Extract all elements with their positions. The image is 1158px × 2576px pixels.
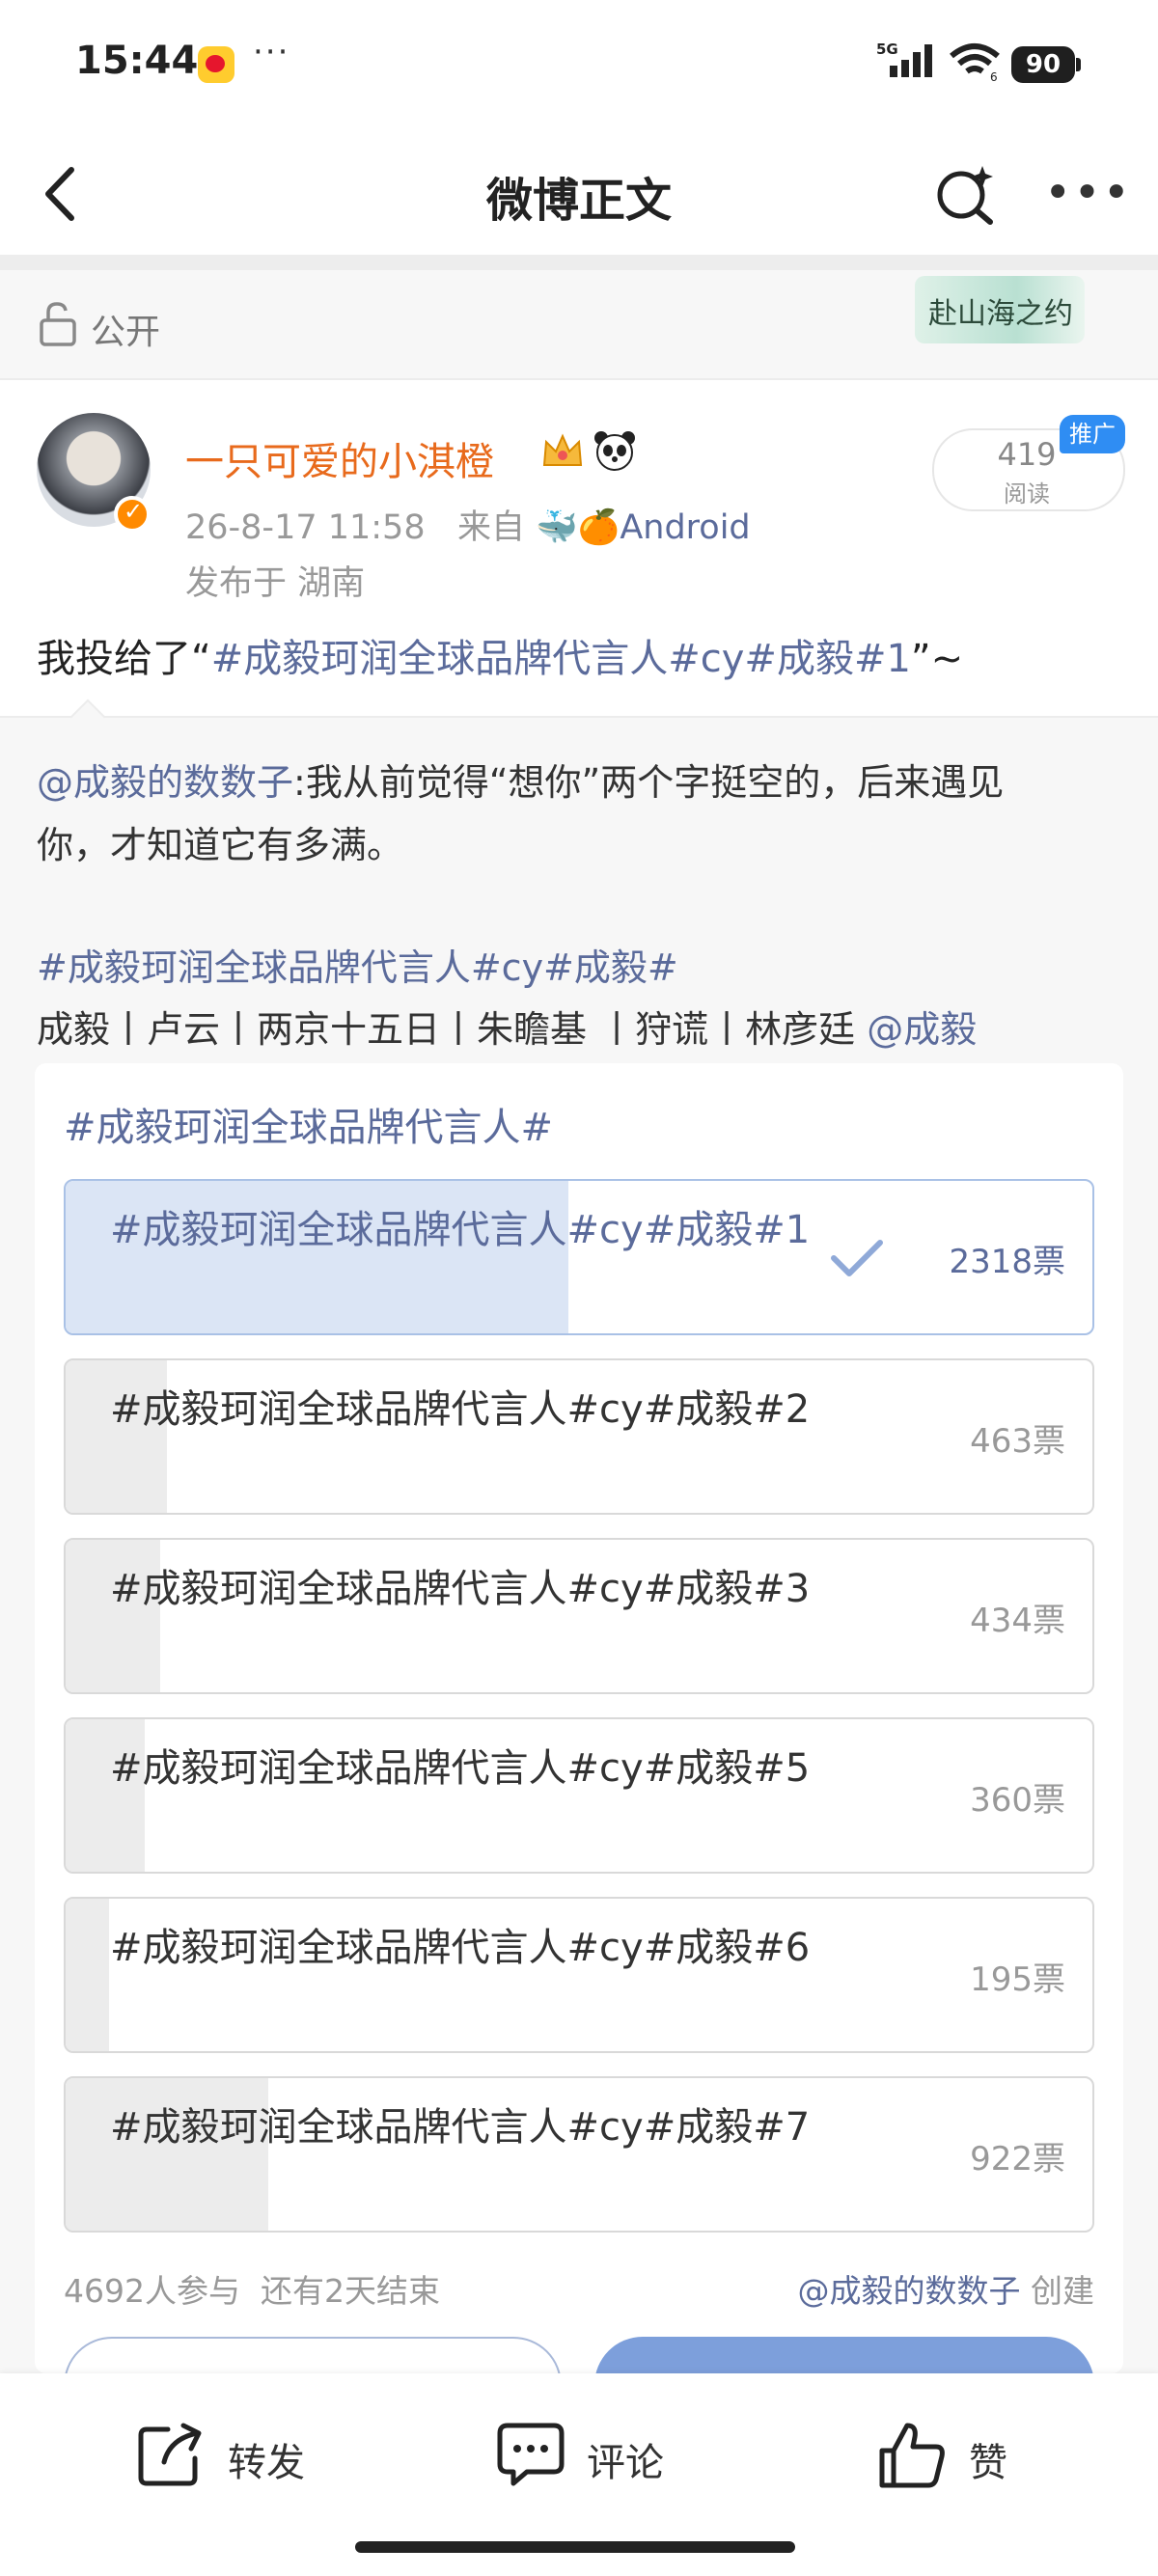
decoration-badge-text: 赴山海之约 — [928, 297, 1073, 331]
status-time: 15:44 — [75, 39, 199, 83]
poll-status: 4692人参与 还有2天结束 — [64, 2265, 440, 2312]
source-prefix: 来自 — [456, 508, 525, 547]
poll-option-votes: 360票 — [970, 1781, 1065, 1820]
comment-button[interactable]: 评论 — [494, 2412, 687, 2499]
post-source[interactable]: Android — [620, 508, 750, 547]
network-type: 5G — [876, 41, 898, 58]
poll-option-votes: 195票 — [970, 1960, 1065, 1999]
like-icon — [879, 2423, 945, 2488]
battery-indicator: 90 — [1011, 46, 1081, 83]
lock-icon — [40, 302, 76, 346]
post-meta: 26-8-17 11:58 来自 🐳🍊Android — [185, 500, 751, 549]
poll-title[interactable]: #成毅珂润全球品牌代言人# — [64, 1096, 553, 1152]
repost-roles: 成毅丨卢云丨两京十五日丨朱瞻基 丨狩谎丨林彦廷 @成毅 — [37, 1000, 977, 1053]
post-text-prefix: 我投给了“ — [37, 637, 211, 681]
cellular-signal-icon: 5G — [876, 41, 932, 77]
poll-creator-link[interactable]: @成毅的数数子 — [798, 2272, 1021, 2310]
wifi-level: 6 — [990, 70, 998, 83]
poll-option-label: #成毅珂润全球品牌代言人#cy#成毅#3 — [110, 1567, 811, 1611]
poll-option[interactable]: #成毅珂润全球品牌代言人#cy#成毅#3 434票 — [64, 1538, 1094, 1694]
weibo-notification-icon — [198, 46, 234, 83]
verified-icon — [114, 496, 151, 533]
home-indicator[interactable] — [355, 2541, 795, 2553]
panda-icon[interactable] — [593, 428, 637, 473]
source-emoji-icon: 🐳🍊 — [536, 508, 620, 547]
poll-option[interactable]: #成毅珂润全球品牌代言人#cy#成毅#5 360票 — [64, 1717, 1094, 1874]
visibility-label: 公开 — [91, 313, 161, 352]
divider — [0, 255, 1158, 270]
search-sparkle-icon[interactable] — [932, 162, 1000, 226]
poll-option-label: #成毅珂润全球品牌代言人#cy#成毅#1 — [110, 1208, 811, 1252]
poll-option[interactable]: #成毅珂润全球品牌代言人#cy#成毅#2 463票 — [64, 1358, 1094, 1515]
repost-icon — [138, 2423, 202, 2486]
poll-option[interactable]: #成毅珂润全球品牌代言人#cy#成毅#6 195票 — [64, 1897, 1094, 2053]
poll-creator: @成毅的数数子 创建 — [798, 2265, 1095, 2312]
poll-participants: 4692人参与 — [64, 2272, 240, 2310]
repost-author-link[interactable]: @成毅的数数子 — [37, 761, 293, 804]
repost-text-line2: 你，才知道它有多满。 — [37, 824, 404, 866]
poll-option-label: #成毅珂润全球品牌代言人#cy#成毅#7 — [110, 2105, 811, 2150]
poll-option-label: #成毅珂润全球品牌代言人#cy#成毅#2 — [110, 1387, 811, 1432]
more-icon[interactable]: ••• — [1044, 170, 1130, 216]
repost-label: 转发 — [228, 2441, 305, 2485]
repost-topic-link[interactable]: #成毅珂润全球品牌代言人#cy#成毅# — [37, 938, 678, 991]
repost-text-line1: @成毅的数数子:我从前觉得“想你”两个字挺空的，后来遇见 — [37, 753, 1004, 806]
post-topic-link[interactable]: #成毅珂润全球品牌代言人#cy#成毅#1 — [211, 637, 911, 681]
repost-button[interactable]: 转发 — [135, 2412, 328, 2499]
poll-remaining: 还有2天结束 — [260, 2272, 440, 2310]
poll-option-label: #成毅珂润全球品牌代言人#cy#成毅#6 — [110, 1926, 811, 1970]
like-label: 赞 — [969, 2441, 1007, 2485]
poll-option-fill — [66, 1899, 109, 2051]
post-text-suffix: ”~ — [910, 637, 964, 681]
status-more-dots: ··· — [253, 33, 290, 71]
repost-body-1: :我从前觉得“想你”两个字挺空的，后来遇见 — [293, 761, 1005, 804]
poll-option-votes: 434票 — [970, 1602, 1065, 1640]
poll-creator-suffix: 创建 — [1031, 2272, 1094, 2310]
repost-roles-text: 成毅丨卢云丨两京十五日丨朱瞻基 丨狩谎丨林彦廷 — [37, 1008, 856, 1051]
poll-option-label: #成毅珂润全球品牌代言人#cy#成毅#5 — [110, 1746, 811, 1791]
post-text: 我投给了“#成毅珂润全球品牌代言人#cy#成毅#1”~ — [37, 627, 963, 683]
poll-option-votes: 463票 — [970, 1422, 1065, 1461]
poll-option-votes: 2318票 — [949, 1243, 1065, 1281]
username[interactable]: 一只可爱的小淇橙 — [185, 430, 494, 486]
crown-icon[interactable] — [540, 430, 585, 473]
read-label: 阅读 — [1004, 480, 1050, 507]
comment-label: 评论 — [587, 2441, 664, 2485]
poll-option[interactable]: #成毅珂润全球品牌代言人#cy#成毅#7 922票 — [64, 2076, 1094, 2233]
comment-icon — [497, 2423, 565, 2486]
poll-option[interactable]: #成毅珂润全球品牌代言人#cy#成毅#1 2318票 — [64, 1179, 1094, 1335]
check-icon — [831, 1240, 883, 1276]
wifi-icon: 6 — [950, 43, 1000, 83]
promo-tag[interactable]: 推广 — [1060, 415, 1125, 453]
poll-option-votes: 922票 — [970, 2140, 1065, 2179]
repost-mention-link[interactable]: @成毅 — [867, 1008, 977, 1051]
post-date: 26-8-17 11:58 — [185, 508, 426, 547]
like-button[interactable]: 赞 — [876, 2412, 1031, 2499]
post-location: 发布于 湖南 — [185, 564, 366, 603]
